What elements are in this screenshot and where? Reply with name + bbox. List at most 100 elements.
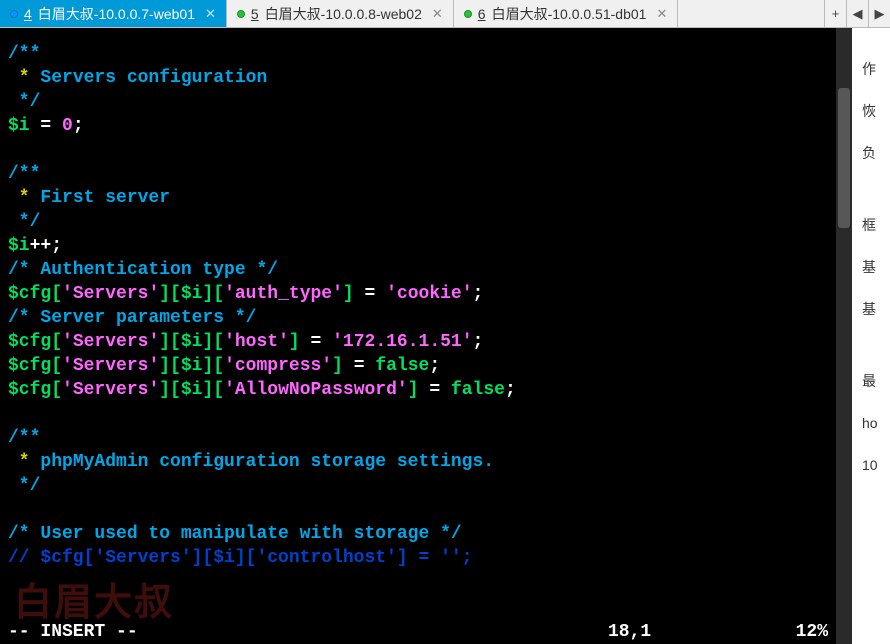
code-op: ++ <box>30 236 52 256</box>
code-text: First server <box>30 188 170 208</box>
close-icon[interactable]: ✕ <box>656 6 667 22</box>
code-text: phpMyAdmin configuration storage setting… <box>30 452 494 472</box>
tab-num: 4 <box>24 6 32 22</box>
code-bracket: ][ <box>202 284 224 304</box>
code-bracket: ][ <box>202 356 224 376</box>
code-line: */ <box>8 92 40 112</box>
code-key: 'auth_type' <box>224 284 343 304</box>
code-line: */ <box>8 212 40 232</box>
code-var: $i <box>8 116 30 136</box>
code-op: ; <box>51 236 62 256</box>
terminal-pane: /** * Servers configuration */ $i = 0; /… <box>0 28 852 644</box>
tab-label: 白眉大叔-10.0.0.51-db01 <box>492 4 647 24</box>
code-line: * <box>8 188 30 208</box>
code-key: 'Servers' <box>62 380 159 400</box>
code-var: $i <box>181 380 203 400</box>
code-bracket: [ <box>51 284 62 304</box>
code-bracket: ] <box>332 356 343 376</box>
code-line: /** <box>8 44 40 64</box>
code-bracket: ] <box>289 332 300 352</box>
code-op: = <box>354 284 386 304</box>
code-key: 'compress' <box>224 356 332 376</box>
code-line: * <box>8 452 30 472</box>
side-item[interactable]: 恢 <box>862 90 884 132</box>
code-var: $i <box>8 236 30 256</box>
code-val: '172.16.1.51' <box>332 332 472 352</box>
terminal[interactable]: /** * Servers configuration */ $i = 0; /… <box>0 28 836 644</box>
scroll-percent: 12% <box>768 622 828 642</box>
code-line: */ <box>8 476 40 496</box>
terminal-scrollbar[interactable] <box>836 28 852 644</box>
tab-label: 白眉大叔-10.0.0.8-web02 <box>265 4 422 24</box>
tab-web01[interactable]: 4 白眉大叔-10.0.0.7-web01 ✕ <box>0 0 227 27</box>
code-text: Servers configuration <box>30 68 268 88</box>
add-tab-button[interactable]: + <box>824 0 846 27</box>
side-item[interactable]: 基 <box>862 288 884 330</box>
side-item[interactable]: ho <box>862 402 884 444</box>
side-item[interactable]: 负 <box>862 132 884 174</box>
close-icon[interactable]: ✕ <box>432 6 443 22</box>
status-dot-icon <box>237 10 245 18</box>
status-dot-icon <box>10 10 18 18</box>
code-key: 'Servers' <box>62 356 159 376</box>
code-op: = <box>343 356 375 376</box>
code-bracket: ][ <box>159 380 181 400</box>
tab-bar: 4 白眉大叔-10.0.0.7-web01 ✕ 5 白眉大叔-10.0.0.8-… <box>0 0 890 28</box>
code-line: * <box>8 68 30 88</box>
code-bracket: ][ <box>202 332 224 352</box>
code-val: 'cookie' <box>386 284 472 304</box>
code-bracket: [ <box>51 356 62 376</box>
cursor-position: 18,1 <box>608 622 768 642</box>
tab-label: 白眉大叔-10.0.0.7-web01 <box>38 4 195 24</box>
vim-mode: -- INSERT -- <box>8 622 138 642</box>
close-icon[interactable]: ✕ <box>205 6 216 22</box>
side-item[interactable]: 框 <box>862 204 884 246</box>
tab-num: 5 <box>251 6 259 22</box>
scrollbar-thumb-icon[interactable] <box>838 88 850 228</box>
code-bracket: ] <box>343 284 354 304</box>
code-line: /* User used to manipulate with storage … <box>8 524 462 544</box>
side-item[interactable]: 基 <box>862 246 884 288</box>
side-item[interactable]: 最 <box>862 360 884 402</box>
tab-web02[interactable]: 5 白眉大叔-10.0.0.8-web02 ✕ <box>227 0 454 27</box>
code-var: $cfg <box>8 356 51 376</box>
code-bracket: [ <box>51 380 62 400</box>
vim-status-bar: -- INSERT -- 18,1 12% <box>0 620 836 644</box>
code-bracket: ][ <box>202 380 224 400</box>
side-panel: 作 恢 负 框 基 基 最 ho 10 <box>852 28 890 644</box>
code-var: $i <box>181 356 203 376</box>
prev-tab-button[interactable]: ◀ <box>846 0 868 27</box>
code-line: /* Authentication type */ <box>8 260 278 280</box>
code-bracket: ][ <box>159 332 181 352</box>
code-line: // $cfg['Servers'][$i]['controlhost'] = … <box>8 548 472 568</box>
code-op: ; <box>473 284 484 304</box>
code-var: $cfg <box>8 284 51 304</box>
code-line: /* Server parameters */ <box>8 308 256 328</box>
side-item[interactable]: 10 <box>862 444 884 486</box>
code-var: $i <box>181 284 203 304</box>
status-dot-icon <box>464 10 472 18</box>
main-area: /** * Servers configuration */ $i = 0; /… <box>0 28 890 644</box>
code-var: $cfg <box>8 380 51 400</box>
tab-num: 6 <box>478 6 486 22</box>
code-key: 'AllowNoPassword' <box>224 380 408 400</box>
next-tab-button[interactable]: ▶ <box>868 0 890 27</box>
code-bracket: ][ <box>159 284 181 304</box>
code-bool: false <box>375 356 429 376</box>
code-op: = <box>30 116 62 136</box>
code-line: /** <box>8 428 40 448</box>
code-op: ; <box>473 332 484 352</box>
code-op: ; <box>505 380 516 400</box>
code-key: 'Servers' <box>62 332 159 352</box>
tab-db01[interactable]: 6 白眉大叔-10.0.0.51-db01 ✕ <box>454 0 679 27</box>
code-bracket: ][ <box>159 356 181 376</box>
code-key: 'host' <box>224 332 289 352</box>
code-bracket: [ <box>51 332 62 352</box>
code-op: ; <box>73 116 84 136</box>
code-bracket: ] <box>408 380 419 400</box>
code-op: = <box>419 380 451 400</box>
code-op: = <box>300 332 332 352</box>
code-var: $cfg <box>8 332 51 352</box>
side-item[interactable]: 作 <box>862 48 884 90</box>
code-op: ; <box>429 356 440 376</box>
